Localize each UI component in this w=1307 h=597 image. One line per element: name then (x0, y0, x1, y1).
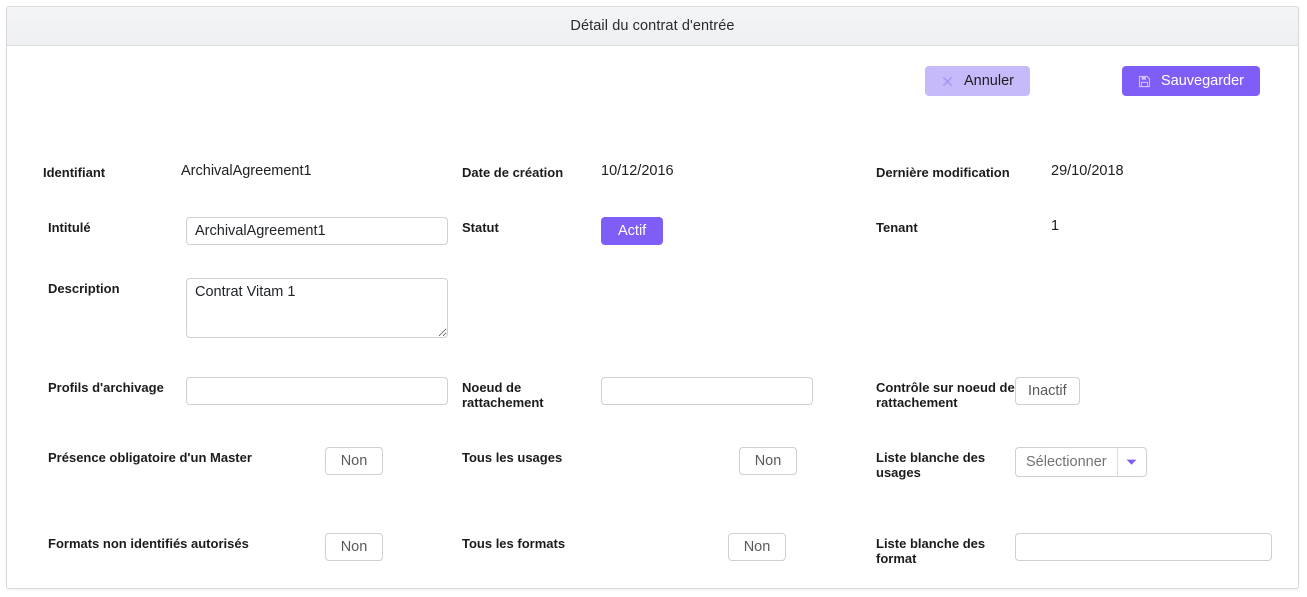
field-tenant-label: Tenant (876, 220, 918, 235)
tous-usages-toggle[interactable]: Non (739, 447, 797, 475)
action-toolbar: Annuler Sauvegarder (924, 66, 1260, 96)
page-title: Détail du contrat d'entrée (570, 18, 735, 34)
field-liste-blanche-usages: Liste blanche des usages Sélectionner (876, 447, 1147, 480)
field-tous-formats: Tous les formats Non (462, 533, 786, 561)
field-liste-blanche-format-label: Liste blanche des format (876, 536, 986, 566)
field-formats-non-identifies-label: Formats non identifiés autorisés (48, 536, 249, 551)
field-tenant-value: 1 (1051, 218, 1060, 234)
field-controle-noeud: Contrôle sur noeud de rattachement Inact… (876, 377, 1080, 410)
field-date-creation-label: Date de création (462, 165, 564, 180)
field-noeud-rattachement: Noeud de rattachement (462, 377, 813, 410)
save-button[interactable]: Sauvegarder (1121, 66, 1260, 96)
presence-master-toggle[interactable]: Non (325, 447, 383, 475)
field-tous-usages: Tous les usages Non (462, 447, 797, 475)
field-derniere-modification-value: 29/10/2018 (1051, 163, 1124, 179)
field-date-creation-value: 10/12/2016 (601, 163, 674, 179)
field-profils-archivage-label: Profils d'archivage (48, 380, 164, 395)
field-liste-blanche-format: Liste blanche des format (876, 533, 1272, 566)
field-presence-master: Présence obligatoire d'un Master Non (48, 447, 383, 475)
panel-header: Détail du contrat d'entrée (7, 7, 1298, 46)
field-date-creation: Date de création 10/12/2016 (462, 162, 674, 180)
save-button-label: Sauvegarder (1160, 72, 1244, 89)
controle-noeud-toggle[interactable]: Inactif (1015, 377, 1080, 405)
field-derniere-modification: Dernière modification 29/10/2018 (876, 162, 1124, 180)
profils-archivage-input[interactable] (186, 377, 448, 405)
cancel-button[interactable]: Annuler (924, 66, 1030, 96)
field-tous-usages-label: Tous les usages (462, 450, 563, 465)
field-identifiant-value: ArchivalAgreement1 (181, 163, 312, 179)
noeud-rattachement-input[interactable] (601, 377, 813, 405)
description-textarea[interactable]: Contrat Vitam 1 (186, 278, 448, 338)
field-tenant: Tenant 1 (876, 217, 1059, 235)
floppy-save-icon (1138, 74, 1152, 88)
status-badge[interactable]: Actif (601, 217, 664, 245)
contract-detail-panel: Détail du contrat d'entrée Annuler Sauve… (6, 6, 1299, 589)
field-identifiant: Identifiant ArchivalAgreement1 (43, 162, 312, 180)
field-intitule-label: Intitulé (48, 220, 91, 235)
liste-blanche-format-input[interactable] (1015, 533, 1272, 561)
field-description: Description Contrat Vitam 1 (48, 278, 448, 338)
formats-non-identifies-toggle[interactable]: Non (325, 533, 383, 561)
field-noeud-rattachement-label: Noeud de rattachement (462, 380, 544, 410)
cancel-button-label: Annuler (963, 72, 1014, 89)
field-liste-blanche-usages-label: Liste blanche des usages (876, 450, 986, 480)
field-presence-master-label: Présence obligatoire d'un Master (48, 450, 252, 465)
liste-blanche-usages-select[interactable]: Sélectionner (1015, 447, 1147, 477)
field-formats-non-identifies: Formats non identifiés autorisés Non (48, 533, 383, 561)
field-derniere-modification-label: Dernière modification (876, 165, 1010, 180)
field-identifiant-label: Identifiant (43, 165, 106, 180)
close-icon (941, 74, 955, 88)
liste-blanche-usages-selected-value: Sélectionner (1026, 454, 1107, 470)
field-tous-formats-label: Tous les formats (462, 536, 566, 551)
tous-formats-toggle[interactable]: Non (728, 533, 786, 561)
field-statut-label: Statut (462, 220, 499, 235)
field-controle-noeud-label: Contrôle sur noeud de rattachement (876, 380, 1015, 410)
field-description-label: Description (48, 281, 120, 296)
field-statut: Statut Actif (462, 217, 664, 245)
panel-body: Annuler Sauvegarder Identifiant Archival… (7, 46, 1298, 588)
field-profils-archivage: Profils d'archivage (48, 377, 448, 405)
intitule-input[interactable] (186, 217, 448, 245)
chevron-down-icon[interactable] (1116, 448, 1146, 476)
field-intitule: Intitulé (48, 217, 448, 245)
